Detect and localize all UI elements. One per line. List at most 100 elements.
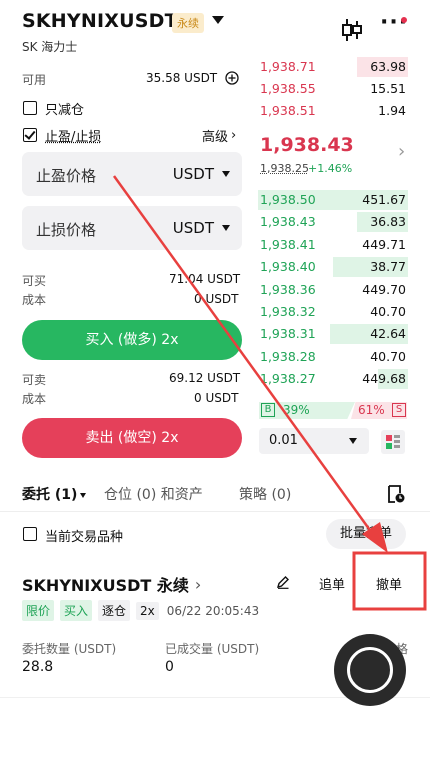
- order-symbol-text: SKHYNIXUSDT 永续: [22, 576, 189, 595]
- chase-order-button[interactable]: 追单: [319, 574, 345, 593]
- chevron-down-icon: [222, 171, 230, 177]
- precision-select[interactable]: 0.01: [259, 428, 369, 454]
- bid-price: 1,938.40: [260, 259, 316, 275]
- order-qty-value: 28.8: [22, 659, 54, 675]
- filled-qty-value: 0: [165, 659, 174, 675]
- bid-qty: 449.70: [362, 281, 406, 297]
- take-profit-price-input[interactable]: 止盈价格 USDT: [22, 152, 242, 196]
- take-profit-placeholder: 止盈价格: [36, 167, 97, 185]
- bid-qty: 449.68: [362, 371, 406, 387]
- ask-row[interactable]: 1,938.51 1.94: [258, 100, 408, 122]
- advanced-label: 高级: [202, 130, 229, 145]
- advanced-link[interactable]: 高级 ›: [202, 126, 236, 145]
- reduce-only-label: 只减仓: [45, 103, 85, 118]
- tab-strategies[interactable]: 策略 (0): [239, 484, 291, 504]
- buy-ratio: 39%: [283, 403, 310, 417]
- ask-row[interactable]: 1,938.71 63.98: [258, 56, 408, 78]
- mark-price: 1,938.25: [260, 162, 309, 175]
- bid-row[interactable]: 1,938.36 449.70: [258, 279, 408, 301]
- order-history-icon[interactable]: [386, 484, 406, 504]
- bid-qty: 449.71: [362, 236, 406, 252]
- margin-mode-tag: 逐仓: [98, 600, 131, 621]
- bid-row[interactable]: 1,938.43 36.83: [258, 211, 408, 233]
- order-qty-label: 委托数量 (USDT): [22, 642, 117, 656]
- bid-price: 1,938.31: [260, 326, 316, 342]
- precision-value: 0.01: [269, 433, 298, 448]
- add-circle-icon[interactable]: [225, 71, 239, 85]
- bid-qty: 42.64: [370, 326, 406, 342]
- bid-qty: 36.83: [370, 214, 406, 230]
- floating-assistive-button[interactable]: [334, 634, 406, 706]
- ask-row[interactable]: 1,938.55 15.51: [258, 78, 408, 100]
- buy-ratio-letter: B: [261, 403, 275, 417]
- can-buy-label: 可买: [22, 274, 47, 288]
- available-label: 可用: [22, 73, 47, 87]
- can-buy-value: 71.04 USDT: [169, 272, 241, 286]
- bid-row[interactable]: 1,938.41 449.71: [258, 234, 408, 256]
- tpsl-checkbox[interactable]: [23, 128, 37, 142]
- cancel-order-button[interactable]: 撤单: [376, 574, 402, 593]
- tabs-divider: [0, 511, 430, 512]
- bid-row[interactable]: 1,938.28 40.70: [258, 346, 408, 368]
- ask-qty: 63.98: [370, 59, 406, 74]
- reduce-only-checkbox[interactable]: [23, 101, 37, 115]
- sell-cost-label: 成本: [22, 392, 47, 406]
- edit-icon[interactable]: [276, 575, 290, 589]
- bid-qty: 451.67: [362, 192, 406, 207]
- ask-qty: 1.94: [378, 103, 406, 118]
- chevron-down-icon: [349, 438, 357, 444]
- current-symbol-checkbox[interactable]: [23, 527, 37, 541]
- ask-price: 1,938.71: [260, 59, 316, 74]
- symbol-dropdown-icon[interactable]: [212, 16, 224, 24]
- tab-orders[interactable]: 委托 (1): [22, 484, 87, 504]
- chevron-right-icon: ›: [194, 574, 202, 594]
- batch-cancel-button[interactable]: 批量撤单: [326, 519, 406, 549]
- chevron-right-icon: ›: [231, 128, 237, 143]
- bid-price: 1,938.41: [260, 236, 316, 252]
- bid-qty: 40.70: [370, 304, 406, 319]
- bid-row[interactable]: 1,938.31 42.64: [258, 323, 408, 345]
- sell-ratio-letter: S: [392, 403, 406, 417]
- bid-price: 1,938.36: [260, 281, 316, 297]
- current-symbol-label: 当前交易品种: [45, 530, 124, 545]
- bid-price: 1,938.50: [260, 192, 316, 207]
- buy-long-button[interactable]: 买入 (做多) 2x: [22, 320, 242, 360]
- stop-loss-placeholder: 止损价格: [36, 221, 97, 239]
- order-symbol[interactable]: SKHYNIXUSDT 永续 ›: [22, 572, 201, 596]
- bid-qty: 38.77: [370, 259, 406, 275]
- buy-cost-value: 0 USDT: [194, 292, 239, 306]
- take-profit-unit-select[interactable]: USDT: [173, 165, 214, 183]
- bid-price: 1,938.43: [260, 214, 316, 230]
- bid-price: 1,938.28: [260, 348, 316, 364]
- sell-ratio: 61%: [358, 403, 385, 417]
- symbol-title[interactable]: SKHYNIXUSDT: [22, 10, 178, 32]
- tab-positions[interactable]: 仓位 (0) 和资产: [104, 484, 203, 504]
- bid-row[interactable]: 1,938.50 451.67: [258, 189, 408, 211]
- stop-loss-unit-select[interactable]: USDT: [173, 219, 214, 237]
- order-time: 06/22 20:05:43: [166, 603, 260, 618]
- perpetual-badge: 永续: [172, 13, 204, 33]
- symbol-subtitle: SK 海力士: [22, 40, 78, 54]
- buy-sell-ratio-bar: B 39% 61% S: [259, 402, 407, 419]
- chevron-right-icon[interactable]: ›: [398, 141, 405, 162]
- stop-loss-price-input[interactable]: 止损价格 USDT: [22, 206, 242, 250]
- bid-qty: 40.70: [370, 348, 406, 364]
- order-side-tag: 买入: [60, 600, 93, 621]
- bid-row[interactable]: 1,938.32 40.70: [258, 301, 408, 323]
- ask-qty: 15.51: [370, 81, 406, 96]
- filled-qty-label: 已成交量 (USDT): [165, 642, 260, 656]
- depth-layout-icon[interactable]: [381, 430, 405, 454]
- sell-short-button[interactable]: 卖出 (做空) 2x: [22, 418, 242, 458]
- leverage-tag: 2x: [136, 601, 159, 620]
- candlestick-chart-icon[interactable]: [341, 17, 363, 43]
- ask-price: 1,938.51: [260, 103, 316, 118]
- can-sell-value: 69.12 USDT: [169, 371, 241, 385]
- bid-price: 1,938.27: [260, 371, 316, 387]
- chevron-down-icon: [222, 225, 230, 231]
- bid-row[interactable]: 1,938.27 449.68: [258, 368, 408, 390]
- bid-price: 1,938.32: [260, 304, 316, 319]
- buy-cost-label: 成本: [22, 293, 47, 307]
- available-value: 35.58 USDT: [146, 71, 218, 85]
- price-change: +1.46%: [308, 162, 353, 175]
- bid-row[interactable]: 1,938.40 38.77: [258, 256, 408, 278]
